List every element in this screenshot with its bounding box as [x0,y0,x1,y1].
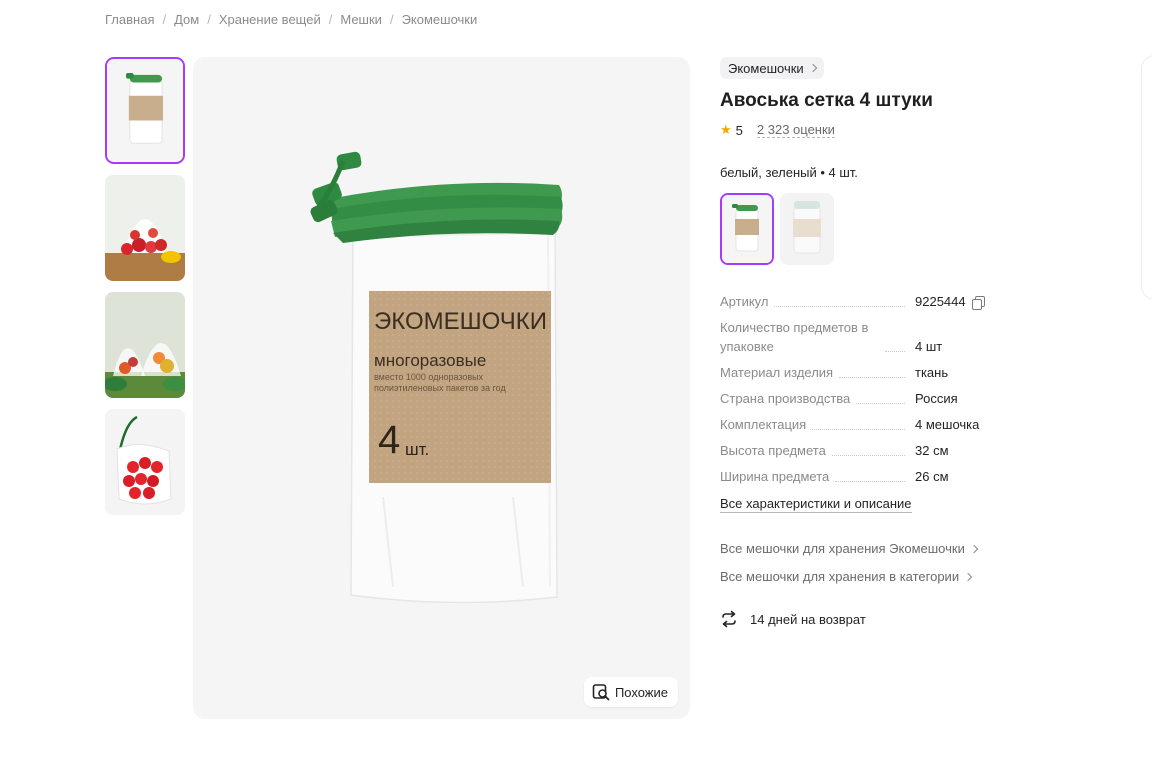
variant-1-image [722,195,772,263]
variant-option-2[interactable] [780,193,834,265]
spec-dots [831,455,905,456]
side-panel-edge [1141,55,1152,300]
spec-value: 4 мешочка [915,417,980,432]
spec-dots [835,481,905,482]
label-brand-text: ЭКОМЕШОЧКИ [374,308,547,335]
similar-button[interactable]: Похожие [583,677,678,707]
label-count-text: 4 [378,418,400,462]
label-sub-text: многоразовые [374,351,486,370]
all-characteristics-link[interactable]: Все характеристики и описание [720,496,912,513]
spec-row-country: Страна производства Россия [720,389,1010,408]
breadcrumb-item-house[interactable]: Дом [174,12,199,27]
variant-selector [720,193,834,265]
breadcrumb-separator: / [389,12,394,27]
spec-key: Страна производства [720,391,851,406]
category-link-label: Все мешочки для хранения в категории [720,569,960,584]
breadcrumb-separator: / [328,12,333,27]
spec-dots [856,403,905,404]
spec-value: 32 см [915,443,949,458]
spec-key: Материал изделия [720,365,834,380]
brand-category-link-label: Все мешочки для хранения Экомешочки [720,541,965,556]
brand-chip[interactable]: Экомешочки [720,57,824,79]
breadcrumb-item-home[interactable]: Главная [105,12,154,27]
rating-value: 5 [735,122,743,138]
spec-key: Высота предмета [720,443,826,458]
thumbnail-4[interactable] [105,409,185,515]
variant-2-image [780,193,834,265]
thumbnail-1[interactable] [105,57,185,164]
thumbnail-1-image [107,59,183,162]
thumbnail-4-image [105,409,185,515]
thumbnail-3-image [105,292,185,398]
spec-value: 9225444 [915,294,966,309]
spec-dots [774,306,905,307]
chevron-right-icon [808,63,817,73]
brand-category-link[interactable]: Все мешочки для хранения Экомешочки [720,541,979,556]
spec-dots [812,429,905,430]
spec-key: Ширина предмета [720,469,830,484]
specs-table: Артикул 9225444 Количество предметов в у… [720,292,1010,486]
spec-key: Артикул [720,294,769,309]
product-title: Авоська сетка 4 штуки [720,90,933,111]
variant-option-1[interactable] [720,193,774,265]
spec-row-height: Высота предмета 32 см [720,441,1010,460]
spec-row-article: Артикул 9225444 [720,292,1010,311]
copy-icon[interactable] [971,295,985,310]
breadcrumb-separator: / [207,12,211,27]
spec-dots [839,377,905,378]
return-policy: 14 дней на возврат [720,610,866,628]
spec-value: Россия [915,391,958,406]
spec-row-set: Комплектация 4 мешочка [720,415,1010,434]
chevron-right-icon [963,572,973,581]
return-policy-text: 14 дней на возврат [750,611,866,627]
spec-dots [885,351,905,352]
main-product-image[interactable]: ЭКОМЕШОЧКИ многоразовые вместо 1000 одно… [193,57,690,719]
spec-value: 26 см [915,469,949,484]
return-arrows-icon [722,610,736,628]
thumbnail-3[interactable] [105,292,185,398]
similar-button-label: Похожие [614,684,668,700]
thumbnail-2[interactable] [105,175,185,281]
spec-row-material: Материал изделия ткань [720,363,1010,382]
brand-name: Экомешочки [728,60,804,76]
reviews-link[interactable]: 2 323 оценки [756,122,835,138]
spec-key: Количество предметов в упаковке [720,320,869,354]
spec-row-width: Ширина предмета 26 см [720,467,1010,486]
breadcrumb-item-bags[interactable]: Мешки [340,12,382,27]
spec-value: ткань [915,365,949,380]
breadcrumb: Главная / Дом / Хранение вещей / Мешки /… [105,12,477,27]
spec-key: Комплектация [720,417,807,432]
breadcrumb-item-storage[interactable]: Хранение вещей [219,12,321,27]
spec-row-quantity: Количество предметов в упаковке 4 шт [720,318,1010,356]
product-photo: ЭКОМЕШОЧКИ многоразовые вместо 1000 одно… [310,151,563,604]
label-unit-text: шт. [405,440,429,459]
chevron-right-icon [969,544,979,553]
rating-block: ★ 5 2 323 оценки [720,122,835,138]
thumbnail-2-image [105,175,185,281]
star-icon: ★ [720,122,732,137]
category-link[interactable]: Все мешочки для хранения в категории [720,569,973,584]
breadcrumb-separator: / [162,12,167,27]
label-small-text-1: вместо 1000 одноразовых [374,372,484,382]
spec-value: 4 шт [915,339,943,354]
variant-label: белый, зеленый • 4 шт. [720,165,858,180]
breadcrumb-item-ecobags[interactable]: Экомешочки [402,12,478,27]
similar-search-icon [592,684,610,701]
label-small-text-2: полиэтиленовых пакетов за год [374,383,506,393]
